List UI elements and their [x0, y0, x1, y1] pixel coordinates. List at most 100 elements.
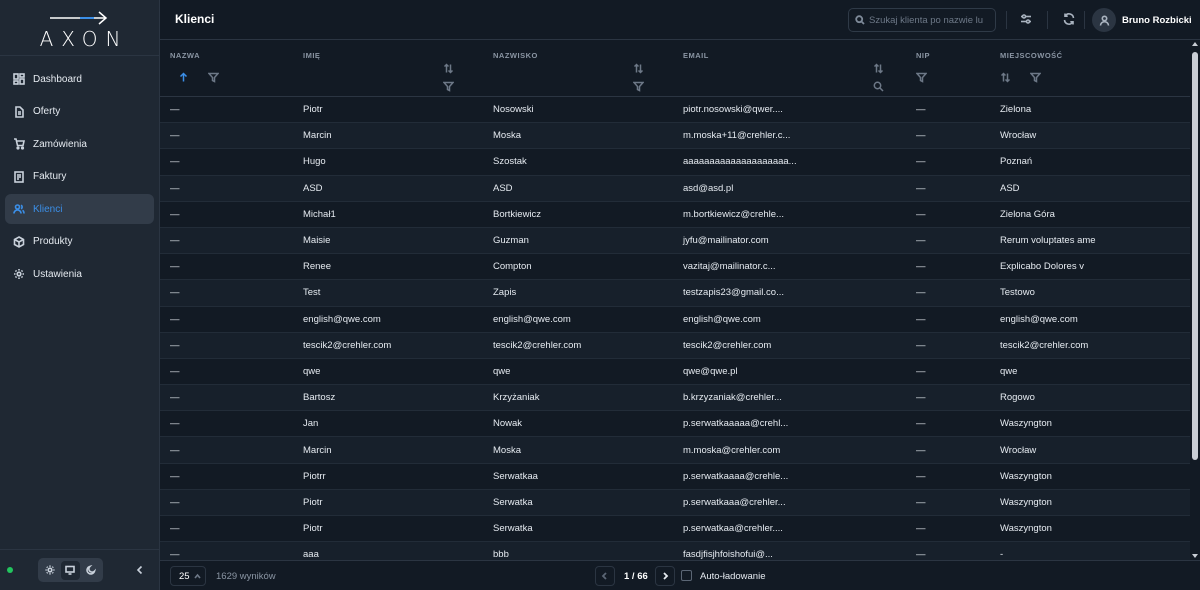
scroll-up-icon[interactable] — [1192, 42, 1198, 46]
theme-system-button[interactable] — [60, 560, 80, 580]
client-search[interactable] — [848, 8, 996, 32]
table-cell: — — [906, 541, 990, 560]
table-row[interactable]: — Piotr Nosowski piotr.nosowski@qwer.... — Zi… — [160, 96, 1190, 124]
column-header-nazwisko[interactable]: NAZWISKO — [483, 40, 673, 60]
app-root: AXON Dashboard Oferty Zamówienia Faktury… — [0, 0, 1200, 590]
theme-light-button[interactable] — [41, 561, 60, 580]
table-cell: Zapis — [483, 279, 673, 307]
filter-button[interactable] — [208, 71, 222, 85]
table-row[interactable]: — ASD ASD asd@asd.pl — ASD — [160, 175, 1190, 202]
table-scrollbar[interactable] — [1190, 40, 1200, 560]
sidebar-item-dashboard[interactable]: Dashboard — [5, 64, 154, 94]
logo[interactable]: AXON — [0, 0, 159, 56]
filter-button[interactable] — [633, 80, 647, 94]
table-row[interactable]: — aaa bbb fasdjfisjhfoishofui@... — - — [160, 541, 1190, 560]
table-cell: m.moska+11@crehler.c... — [673, 122, 906, 150]
table-cell: Krzyżaniak — [483, 384, 673, 412]
table-cell: ASD — [990, 175, 1190, 202]
filter-icon — [1030, 73, 1042, 83]
sort-button[interactable] — [443, 62, 457, 76]
refresh-icon — [1063, 13, 1075, 25]
filter-button[interactable] — [1030, 71, 1044, 85]
user-avatar[interactable] — [1092, 8, 1116, 32]
column-header-imie[interactable]: IMIĘ — [293, 40, 483, 60]
table-cell: Wrocław — [990, 122, 1190, 150]
table-row[interactable]: — Piotr Serwatka p.serwatkaaa@crehler... — Wa… — [160, 489, 1190, 517]
table-row[interactable]: — Piotr Serwatka p.serwatkaa@crehler.... — Wa… — [160, 515, 1190, 543]
sort-button[interactable] — [1000, 71, 1014, 85]
sort-button[interactable] — [633, 62, 647, 76]
autoload-checkbox[interactable] — [681, 570, 692, 581]
theme-switcher — [38, 558, 103, 582]
table-row[interactable]: — english@qwe.com english@qwe.com english@q… — [160, 306, 1190, 333]
table-cell: — — [906, 384, 990, 412]
sidebar-item-faktury[interactable]: Faktury — [5, 162, 154, 192]
filter-icon — [208, 73, 220, 83]
column-header-email[interactable]: EMAIL — [673, 40, 906, 60]
table-row[interactable]: — Renee Compton vazitaj@mailinator.c... — Exp… — [160, 253, 1190, 281]
header-divider — [1047, 11, 1048, 29]
table-row[interactable]: — Marcin Moska m.moska@crehler.com — Wrocław — [160, 436, 1190, 464]
table-row[interactable]: — qwe qwe qwe@qwe.pl — qwe — [160, 358, 1190, 386]
search-column-button[interactable] — [873, 80, 887, 94]
theme-dark-button[interactable] — [81, 561, 100, 580]
column-header-nip[interactable]: NIP — [906, 40, 990, 60]
table-row[interactable]: — Test Zapis testzapis23@gmail.co... — Testow… — [160, 279, 1190, 307]
sidebar-item-ustawienia[interactable]: Ustawienia — [5, 259, 154, 289]
table-row[interactable]: — Jan Nowak p.serwatkaaaaa@crehl... — Waszyng… — [160, 410, 1190, 438]
table-cell: Nosowski — [483, 96, 673, 124]
table-cell: aaaaaaaaaaaaaaaaaaaa... — [673, 148, 906, 176]
invoice-icon — [14, 170, 24, 183]
table-row[interactable]: — tescik2@crehler.com tescik2@crehler.com t… — [160, 332, 1190, 359]
table-row[interactable]: — Marcin Moska m.moska+11@crehler.c... — Wroc… — [160, 122, 1190, 150]
sort-asc-button[interactable] — [178, 71, 192, 85]
table-cell: Serwatkaa — [483, 463, 673, 490]
table-cell: Maisie — [293, 227, 483, 255]
table-cell: english@qwe.com — [483, 306, 673, 333]
table-cell: Zielona — [990, 96, 1190, 124]
table-cell: — — [906, 332, 990, 359]
user-name[interactable]: Bruno Rozbicki — [1122, 15, 1192, 26]
sidebar-item-oferty[interactable]: Oferty — [5, 97, 154, 127]
dashboard-icon — [13, 73, 25, 85]
filter-button[interactable] — [916, 71, 930, 85]
table-cell: — — [160, 541, 293, 560]
filters-button[interactable] — [1019, 12, 1033, 26]
sort-button[interactable] — [873, 62, 887, 76]
scroll-down-icon[interactable] — [1192, 554, 1198, 558]
search-input[interactable] — [869, 14, 993, 26]
prev-page-button[interactable] — [595, 566, 615, 586]
connection-status-dot — [7, 567, 13, 573]
table-cell: qwe — [990, 358, 1190, 386]
logo-wordmark: AXON — [39, 27, 129, 51]
next-page-button[interactable] — [655, 566, 675, 586]
table-row[interactable]: — Hugo Szostak aaaaaaaaaaaaaaaaaaaa... — Pozn… — [160, 148, 1190, 176]
sort-icon — [873, 63, 884, 74]
table-row[interactable]: — Piotrr Serwatkaa p.serwatkaaaa@crehle... —… — [160, 463, 1190, 490]
table-cell: Nowak — [483, 410, 673, 438]
table-cell: — — [160, 332, 293, 359]
autoload-label[interactable]: Auto-ładowanie — [700, 571, 766, 582]
refresh-button[interactable] — [1062, 12, 1076, 26]
chevron-up-icon — [193, 573, 201, 579]
collapse-sidebar-button[interactable] — [133, 563, 147, 577]
scrollbar-thumb[interactable] — [1192, 52, 1198, 460]
table-cell: Wrocław — [990, 436, 1190, 464]
table-cell: — — [906, 148, 990, 176]
table-cell: Test — [293, 279, 483, 307]
sidebar-item-zamowienia[interactable]: Zamówienia — [5, 129, 154, 159]
filter-button[interactable] — [443, 80, 457, 94]
sidebar-item-produkty[interactable]: Produkty — [5, 227, 154, 257]
column-header-miejscowosc[interactable]: MIEJSCOWOŚĆ — [990, 40, 1190, 60]
table-cell: — — [160, 122, 293, 150]
page-size-select[interactable]: 25 — [170, 566, 206, 586]
column-header-nazwa[interactable]: NAZWA — [160, 40, 293, 60]
sidebar-footer — [0, 549, 160, 590]
table-cell: — — [160, 227, 293, 255]
cart-icon — [14, 138, 25, 150]
table-cell: — — [160, 148, 293, 176]
table-row[interactable]: — Bartosz Krzyżaniak b.krzyzaniak@crehler..… — [160, 384, 1190, 412]
table-row[interactable]: — Michał1 Bortkiewicz m.bortkiewicz@crehle.… — [160, 201, 1190, 228]
sidebar-item-klienci[interactable]: Klienci — [5, 194, 154, 224]
table-row[interactable]: — Maisie Guzman jyfu@mailinator.com — Rerum v… — [160, 227, 1190, 255]
